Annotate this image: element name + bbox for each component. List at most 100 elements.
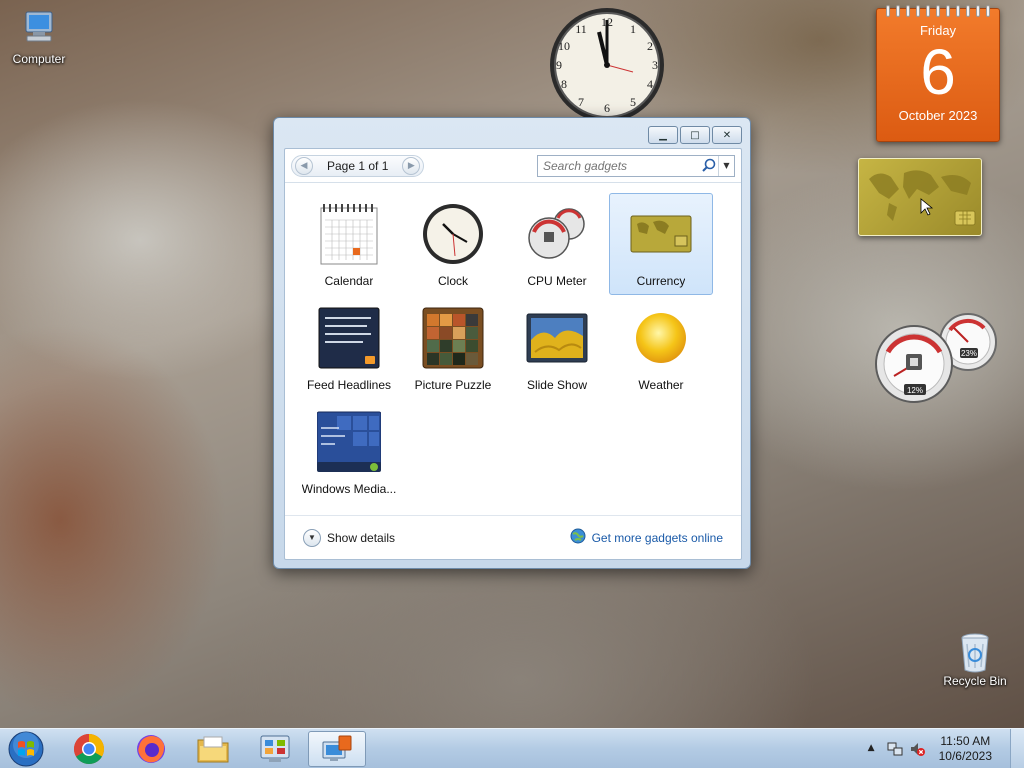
gallery-content: ◀ Page 1 of 1 ▶ ▼ (284, 148, 742, 560)
gadget-gallery-window: ▁ □ ✕ ◀ Page 1 of 1 ▶ ▼ (273, 117, 751, 569)
gadget-name: Weather (638, 378, 684, 392)
get-more-gadgets-link[interactable]: Get more gadgets online (570, 528, 723, 547)
svg-text:9: 9 (556, 58, 562, 72)
desktop-icon-recycle-bin[interactable]: Recycle Bin (936, 630, 1014, 688)
desktop-icon-label: Recycle Bin (943, 674, 1007, 688)
clock-gadget[interactable]: 1212 345 678 91011 (543, 6, 671, 124)
svg-text:2: 2 (647, 39, 653, 53)
cpu-meter-icon (525, 202, 589, 266)
volume-muted-icon[interactable] (909, 741, 925, 757)
svg-text:6: 6 (604, 101, 610, 115)
taskbar-clock[interactable]: 11:50 AM 10/6/2023 (939, 734, 992, 764)
picture-puzzle-icon (421, 306, 485, 370)
gallery-footer: ▼ Show details Get more gadgets online (285, 515, 741, 559)
windows-media-icon (316, 410, 382, 474)
gadget-name: Calendar (324, 274, 374, 288)
windows-logo-icon (8, 731, 44, 767)
system-tray: ▲ 11:50 AM 10/6/2023 (865, 729, 1024, 768)
start-button[interactable] (5, 731, 47, 767)
taskbar-time: 11:50 AM (940, 734, 991, 748)
get-more-gadgets-label: Get more gadgets online (591, 530, 723, 545)
svg-text:10: 10 (558, 39, 570, 53)
gadget-tile-clock[interactable]: Clock (401, 193, 505, 295)
svg-text:3: 3 (652, 58, 658, 72)
gadget-tile-feed-headlines[interactable]: Feed Headlines (297, 297, 401, 399)
gadget-grid: Calendar Clock CPU Meter Currency Feed H… (297, 193, 729, 505)
gadget-tile-currency[interactable]: Currency (609, 193, 713, 295)
page-indicator: Page 1 of 1 (327, 158, 389, 173)
gadget-tile-cpu-meter[interactable]: CPU Meter (505, 193, 609, 295)
prev-page-button[interactable]: ◀ (295, 156, 313, 175)
restore-button[interactable]: □ (680, 126, 710, 144)
gadget-name: Picture Puzzle (414, 378, 492, 392)
desktop-icon-label: Computer (12, 52, 66, 66)
search-input[interactable] (538, 156, 700, 175)
chrome-icon (73, 734, 105, 765)
taskbar-gadgets[interactable] (308, 731, 366, 767)
currency-icon (629, 202, 693, 266)
next-page-button[interactable]: ▶ (402, 156, 421, 175)
analog-clock-icon: 1212 345 678 91011 (550, 8, 664, 122)
pager: ◀ Page 1 of 1 ▶ (291, 154, 425, 177)
taskbar-date: 10/6/2023 (938, 749, 992, 763)
show-desktop-button[interactable] (1010, 729, 1024, 768)
svg-text:5: 5 (630, 95, 636, 109)
window-controls: ▁ □ ✕ (648, 126, 742, 144)
svg-text:11: 11 (575, 22, 587, 36)
feed-headlines-icon (317, 306, 381, 370)
gadget-tile-calendar[interactable]: Calendar (297, 193, 401, 295)
close-button[interactable]: ✕ (712, 126, 742, 144)
taskbar-control-panel[interactable] (246, 731, 304, 767)
svg-text:1: 1 (630, 22, 636, 36)
recycle-bin-icon (955, 630, 995, 673)
gadget-name: Windows Media... (301, 482, 397, 496)
gallery-toolbar: ◀ Page 1 of 1 ▶ ▼ (285, 149, 741, 183)
show-details-button[interactable]: ▼ Show details (303, 528, 396, 547)
calendar-day-number: 6 (920, 36, 956, 108)
taskbar-file-explorer[interactable] (184, 731, 242, 767)
svg-text:4: 4 (647, 77, 653, 91)
clock-icon (421, 202, 485, 266)
show-details-label: Show details (327, 530, 396, 545)
cpu-percent: 12% (907, 386, 923, 395)
restore-icon: □ (690, 129, 700, 141)
show-hidden-icons-button[interactable]: ▲ (865, 741, 881, 757)
gadget-name: Feed Headlines (306, 378, 392, 392)
cpu-meter-dials-icon: 23% 12% (875, 313, 997, 403)
gadget-tile-picture-puzzle[interactable]: Picture Puzzle (401, 297, 505, 399)
minimize-button[interactable]: ▁ (648, 126, 678, 144)
svg-text:7: 7 (578, 95, 584, 109)
calendar-icon (317, 202, 381, 266)
world-map-card-icon (869, 170, 976, 226)
calendar-month-year: October 2023 (898, 108, 978, 123)
search-dropdown-button[interactable]: ▼ (718, 155, 734, 176)
desktop-icon-computer[interactable]: Computer (0, 8, 78, 66)
gadget-tile-weather[interactable]: Weather (609, 297, 713, 399)
gadget-name: Currency (636, 274, 686, 288)
gadgets-icon (322, 735, 352, 761)
calendar-gadget[interactable]: Friday 6 October 2023 (876, 5, 1000, 142)
chevron-down-icon: ▼ (303, 528, 321, 547)
gadget-tile-windows-media[interactable]: Windows Media... (297, 401, 401, 503)
close-icon: ✕ (722, 129, 732, 141)
minimize-icon: ▁ (659, 129, 667, 141)
search-box: ▼ (537, 154, 735, 177)
memory-percent: 23% (961, 349, 977, 358)
taskbar-chrome[interactable] (60, 731, 118, 767)
network-icon[interactable] (887, 741, 903, 757)
folder-icon (197, 736, 229, 763)
firefox-icon (137, 735, 165, 763)
taskbar-firefox[interactable] (122, 731, 180, 767)
search-icon[interactable] (700, 157, 718, 175)
computer-icon (19, 8, 59, 48)
globe-icon (570, 528, 586, 547)
slide-show-icon (525, 306, 589, 370)
currency-gadget[interactable] (858, 158, 982, 236)
calendar-rings (877, 5, 999, 17)
gadget-tile-slide-show[interactable]: Slide Show (505, 297, 609, 399)
cpu-meter-gadget[interactable]: 23% 12% (874, 312, 998, 404)
arrow-left-icon: ◀ (300, 160, 308, 171)
gadget-name: Clock (437, 274, 468, 288)
weather-icon (629, 306, 693, 370)
taskbar: ▲ 11:50 AM 10/6/2023 (0, 728, 1024, 768)
